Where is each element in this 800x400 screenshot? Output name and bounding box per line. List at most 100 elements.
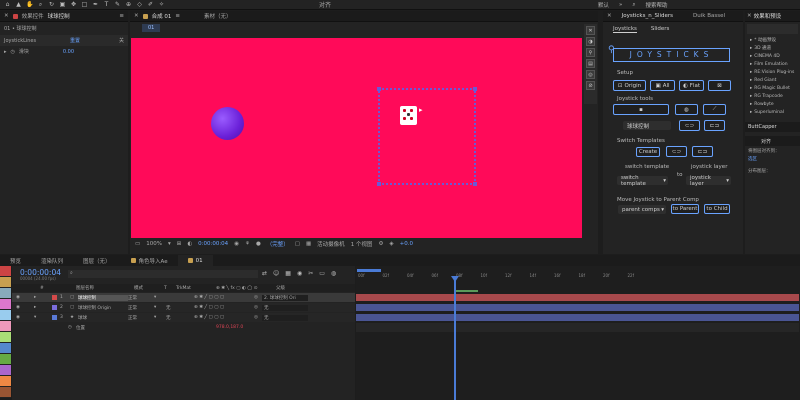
all-button[interactable]: ▣ All bbox=[650, 80, 675, 91]
expand-arrow-icon[interactable]: ▸ bbox=[750, 54, 752, 59]
zoom-dropdown[interactable]: 100% bbox=[146, 241, 162, 247]
timeline-tab[interactable]: 渲染队列 bbox=[31, 257, 73, 265]
selection-handle[interactable] bbox=[377, 87, 381, 91]
chevron-down-icon[interactable]: ▾ bbox=[168, 241, 171, 247]
reset-link[interactable]: 重置 bbox=[70, 37, 80, 44]
timeline-tab[interactable]: 预览 bbox=[0, 257, 31, 265]
effects-presets-tab[interactable]: ✕ 效果和预设 bbox=[745, 11, 800, 22]
panel-menu-icon[interactable]: ≡ bbox=[119, 13, 124, 19]
expand-arrow-icon[interactable]: ▸ bbox=[750, 110, 752, 115]
timeline-tab[interactable]: 角色导入Ae bbox=[121, 257, 178, 265]
duik-tab[interactable]: Duik Bassel bbox=[693, 13, 725, 19]
expression-icon[interactable]: ◑ bbox=[586, 37, 595, 46]
selection-tool-icon[interactable]: ▲ bbox=[15, 1, 22, 8]
preset-item[interactable]: ▸ CINEMA 4D bbox=[745, 52, 800, 60]
layer-name[interactable]: 球球控制 bbox=[78, 294, 128, 301]
graph-editor-icon[interactable]: ✂ bbox=[308, 270, 313, 277]
search-help[interactable]: 搜索帮助 bbox=[645, 1, 667, 9]
create-button[interactable]: Create bbox=[636, 147, 660, 157]
visibility-eye-icon[interactable]: ◉ bbox=[12, 295, 34, 300]
expand-arrow-icon[interactable]: ▸ bbox=[750, 62, 752, 67]
layer-label-color[interactable] bbox=[52, 295, 57, 300]
frame-blend-icon[interactable]: ▦ bbox=[285, 270, 291, 277]
motion-blur-icon[interactable]: ◉ bbox=[297, 270, 302, 277]
visibility-eye-icon[interactable]: ◉ bbox=[12, 305, 34, 310]
timeline-ruler[interactable]: 00f 02f 04f 06f 08f 10f 12f 14f 16f 18f 20f 22f bbox=[356, 270, 800, 284]
layer-name[interactable]: 球球控制 Origin bbox=[78, 305, 128, 311]
layer-mode-dropdown[interactable]: 正常 bbox=[128, 305, 154, 311]
layer-label-color[interactable] bbox=[52, 305, 57, 310]
clone-tool-icon[interactable]: ⊕ bbox=[125, 1, 132, 8]
expand-arrow-icon[interactable]: ▸ bbox=[4, 49, 7, 55]
preset-item[interactable]: ▸ RG Magic Bullet bbox=[745, 84, 800, 92]
setup-extra-button[interactable]: ⊠ bbox=[708, 80, 731, 91]
close-icon[interactable]: ✕ bbox=[134, 13, 139, 19]
flat-button[interactable]: ◐ Flat bbox=[679, 80, 704, 91]
eraser-tool-icon[interactable]: ◇ bbox=[136, 1, 143, 8]
color-mgmt-icon[interactable]: ● bbox=[256, 241, 261, 247]
toggle-viewer-icon[interactable]: ▭ bbox=[135, 241, 140, 247]
layer-duration-bar[interactable] bbox=[356, 304, 799, 311]
layer-row[interactable]: ◉ ▸ 2 ▢ 球球控制 Origin 正常 ▾ 无 ⊕ ✱ ╱ ▢ ▢ ▢ ◎ 无 bbox=[12, 303, 355, 312]
expand-arrow-icon[interactable]: ▸ bbox=[34, 305, 52, 310]
joystick-slider-button[interactable]: ⟋ bbox=[703, 104, 726, 115]
pin-icon[interactable]: ⚲ bbox=[586, 48, 595, 57]
render-icon[interactable]: ⚙ bbox=[378, 241, 383, 247]
workspace-menu-icon[interactable]: » bbox=[619, 2, 622, 8]
current-time-indicator[interactable] bbox=[454, 277, 456, 400]
expand-arrow-icon[interactable]: ▸ bbox=[750, 86, 752, 91]
close-icon[interactable]: ✕ bbox=[607, 13, 612, 19]
buttcapper-tab[interactable]: ButtCapper bbox=[745, 122, 800, 132]
layer-trkmat-dropdown[interactable]: 无 bbox=[166, 315, 194, 321]
layer-row[interactable]: ◉ ▸ 1 ▢ 球球控制 正常 ▾ ⊕ ✱ ╱ ▢ ▢ ▢ ◎ 2. 球球控制 Ori bbox=[12, 293, 355, 302]
snapshot-icon[interactable]: ◉ bbox=[234, 241, 239, 247]
stopwatch-icon[interactable]: ◷ bbox=[68, 325, 76, 330]
selection-handle[interactable] bbox=[473, 87, 477, 91]
parent-comps-dropdown[interactable]: parent comps ▾ bbox=[618, 205, 666, 214]
camera-dropdown[interactable]: 活动摄像机 bbox=[317, 240, 345, 248]
layer-switches[interactable]: ⊕ ✱ ╱ ▢ ▢ ▢ bbox=[194, 305, 254, 310]
layer-switches[interactable]: ⊕ ✱ ╱ ▢ ▢ ▢ bbox=[194, 315, 254, 320]
views-dropdown[interactable]: 1 个视图 bbox=[351, 240, 373, 248]
preset-item[interactable]: ▸ Film Emulation bbox=[745, 60, 800, 68]
stopwatch-icon[interactable]: ◷ bbox=[11, 49, 15, 55]
brush-tool-icon[interactable]: ✎ bbox=[114, 1, 121, 8]
footage-tab[interactable]: 素材（无） bbox=[204, 12, 232, 20]
visibility-eye-icon[interactable]: ◉ bbox=[12, 315, 34, 320]
pickwhip-icon[interactable]: ◎ bbox=[254, 305, 262, 310]
comp-markers-icon[interactable]: ◍ bbox=[331, 270, 336, 277]
effect-controls-tab[interactable]: ✕ 效果控件 球球控制 ≡ bbox=[0, 11, 128, 22]
layer-mode-dropdown[interactable]: 正常 bbox=[128, 315, 154, 321]
selection-handle[interactable] bbox=[377, 182, 381, 186]
quality-dropdown[interactable]: （完整） bbox=[267, 240, 289, 248]
viewer-timecode[interactable]: 0:00:00:04 bbox=[198, 241, 228, 247]
expand-arrow-icon[interactable]: ▸ bbox=[750, 94, 752, 99]
rectangle-tool-icon[interactable]: □ bbox=[81, 1, 88, 8]
close-icon[interactable]: ✕ bbox=[4, 13, 9, 19]
layer-duration-bar[interactable] bbox=[356, 314, 799, 321]
comp-menu-icon[interactable]: ≡ bbox=[175, 13, 180, 19]
unlink-button[interactable]: ⊏⊐ bbox=[704, 120, 725, 131]
transparency-grid-icon[interactable]: ▦ bbox=[306, 241, 311, 247]
align-tab[interactable]: 对齐 bbox=[745, 136, 800, 146]
comp-breadcrumb[interactable]: 01 bbox=[142, 24, 161, 32]
hand-tool-icon[interactable]: ✋ bbox=[26, 1, 33, 8]
tab-joysticks[interactable]: Joysticks bbox=[613, 26, 637, 33]
pen-tool-icon[interactable]: ✒ bbox=[92, 1, 99, 8]
roto-tool-icon[interactable]: ✐ bbox=[147, 1, 154, 8]
chain-icon[interactable]: ⊘ bbox=[586, 81, 595, 90]
control-dropdown[interactable]: 球球控制 bbox=[623, 121, 671, 130]
property-row-position[interactable]: ◷ 位置 978.0,187.0 bbox=[12, 323, 355, 332]
text-tool-icon[interactable]: T bbox=[103, 1, 110, 8]
selection-handle[interactable] bbox=[473, 182, 477, 186]
purple-ball[interactable] bbox=[211, 107, 244, 140]
joystick-add-button[interactable]: ▪ bbox=[613, 104, 669, 115]
timeline-tab[interactable]: 01 bbox=[177, 255, 213, 266]
chevron-down-icon[interactable]: ▾ bbox=[154, 295, 166, 300]
composition-tab[interactable]: 合成 01 bbox=[152, 12, 172, 20]
3d-icon[interactable]: ◈ bbox=[389, 241, 393, 247]
layer-switches[interactable]: ⊕ ✱ ╱ ▢ ▢ ▢ bbox=[194, 295, 254, 300]
preset-item[interactable]: ▸ Red Giant bbox=[745, 76, 800, 84]
expand-arrow-icon[interactable]: ▸ bbox=[750, 38, 752, 43]
pickwhip-icon[interactable]: ◎ bbox=[254, 295, 262, 300]
